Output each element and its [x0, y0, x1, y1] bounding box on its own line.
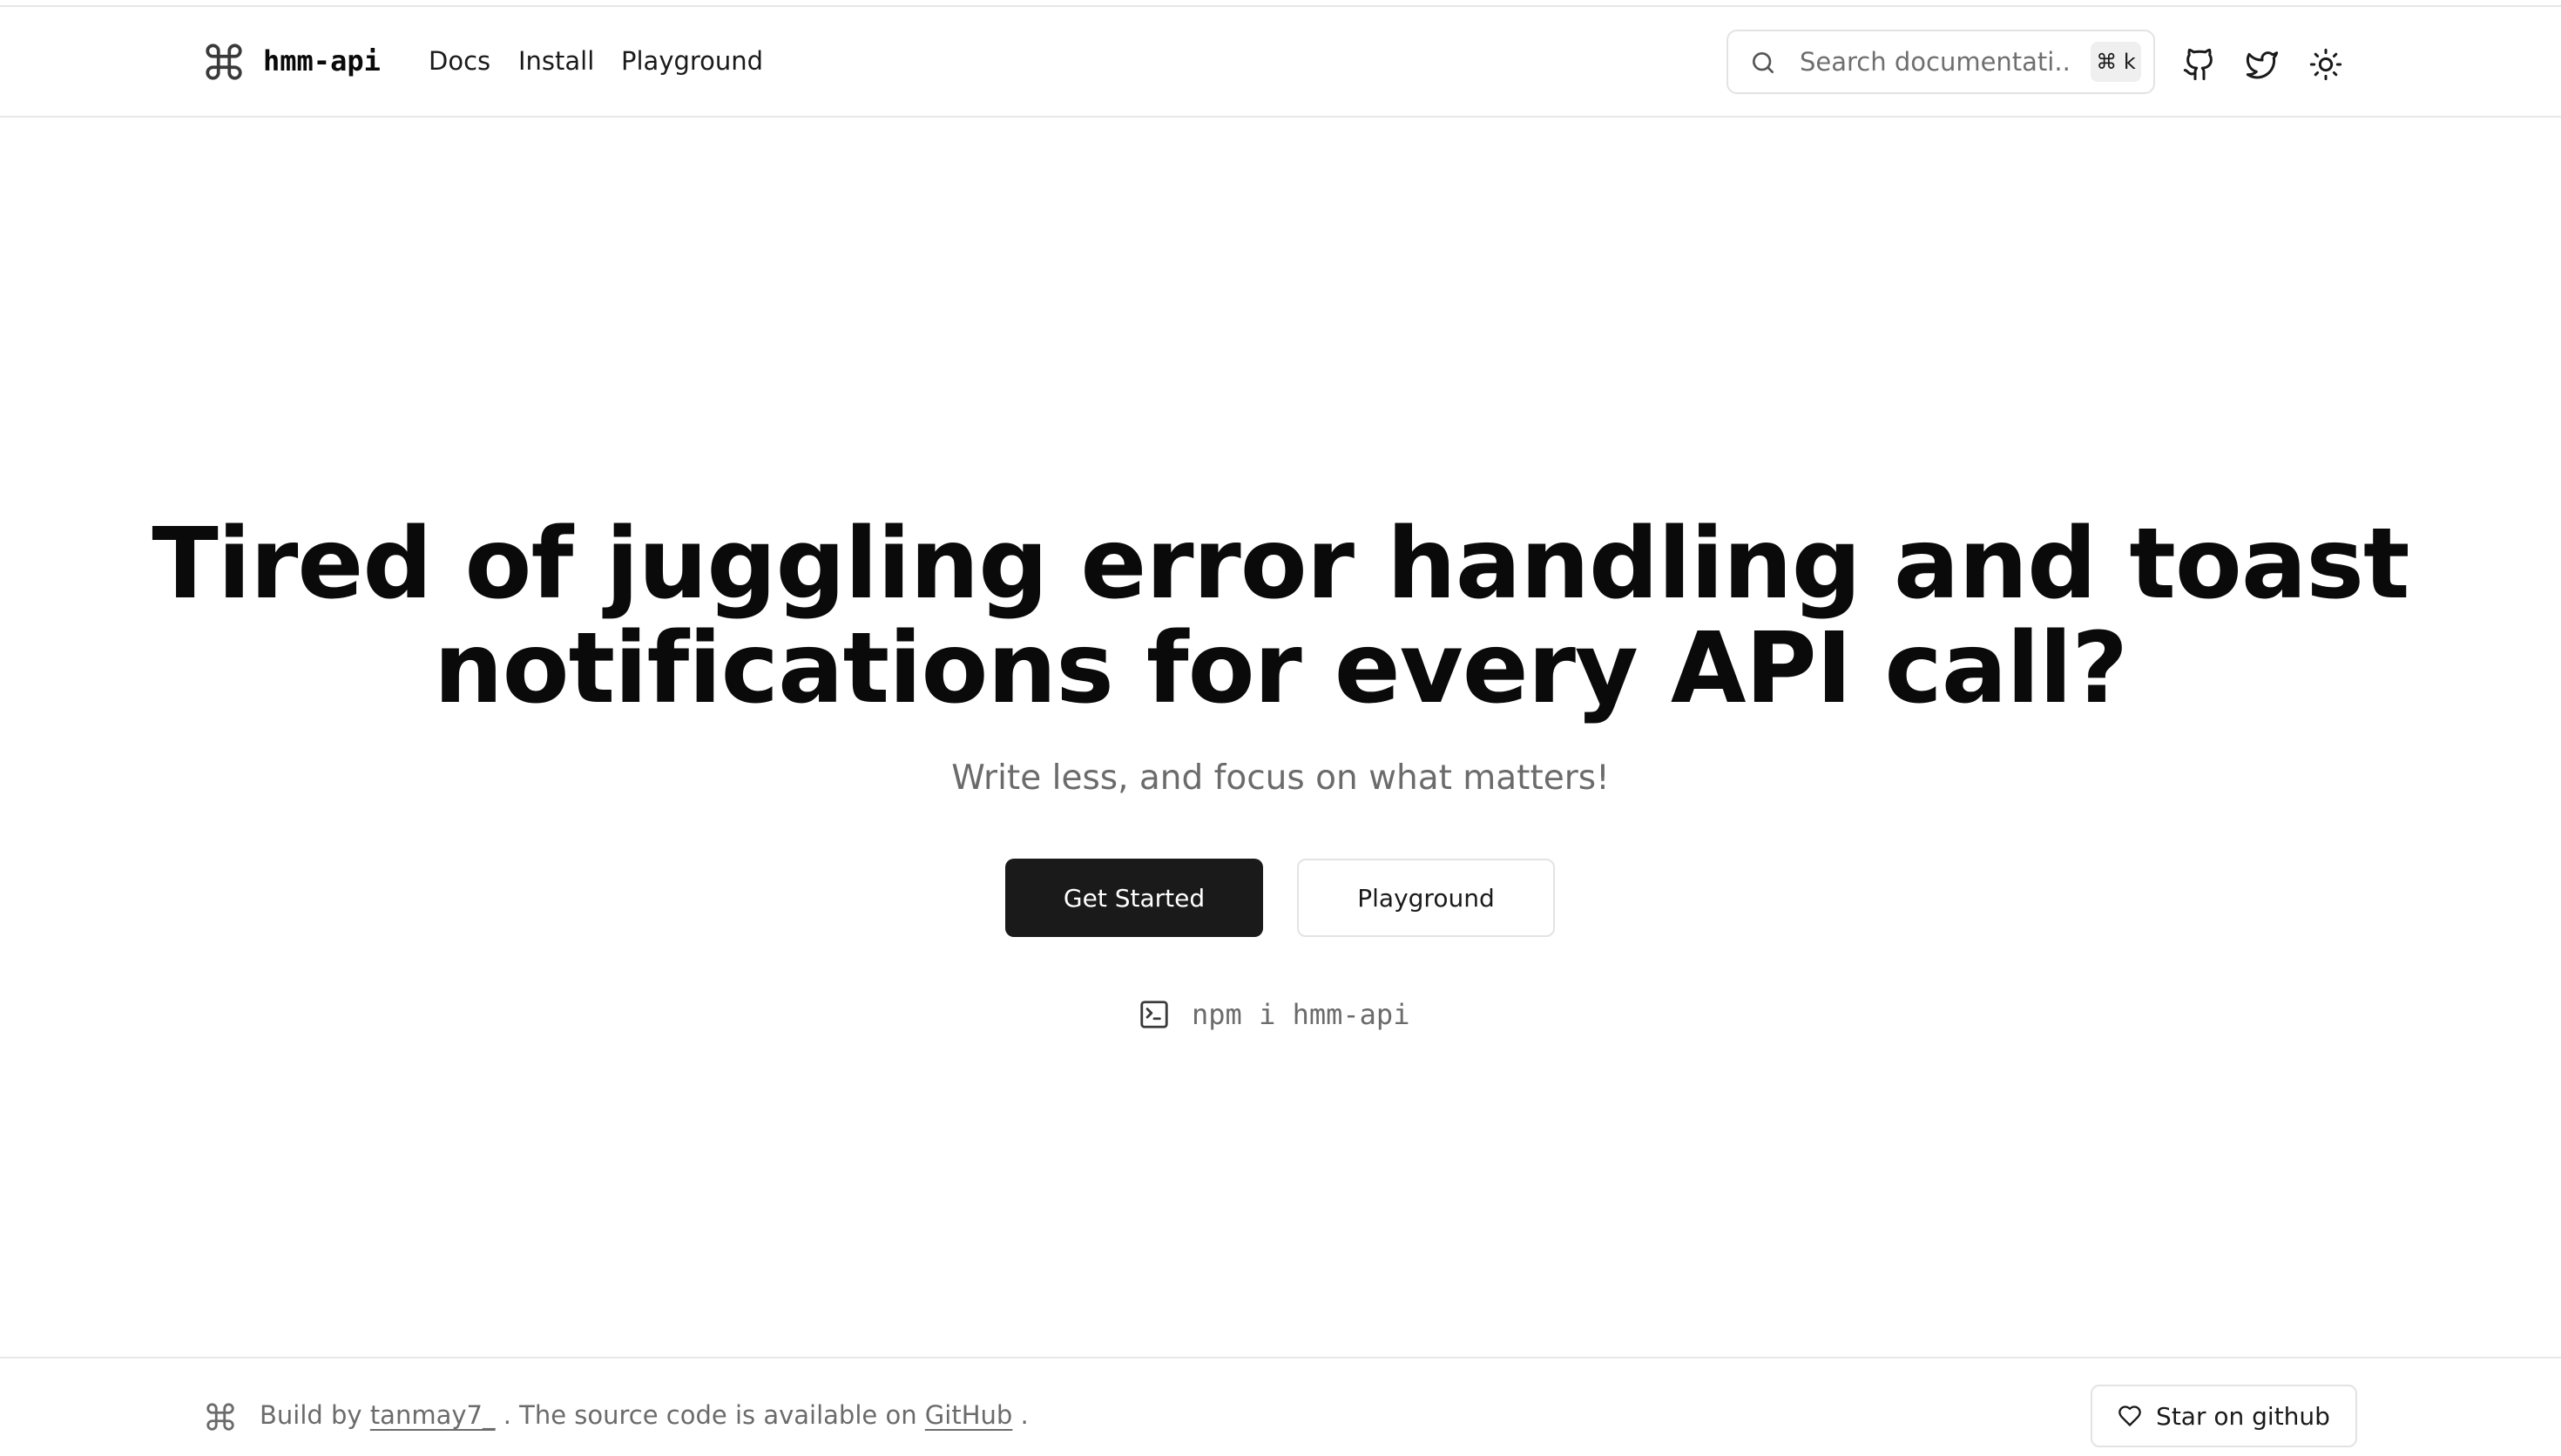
footer-prefix: Build by: [260, 1400, 362, 1430]
install-command[interactable]: npm i hmm-api: [1138, 993, 1409, 1036]
nav-playground[interactable]: Playground: [621, 42, 763, 80]
get-started-button[interactable]: Get Started: [1005, 859, 1263, 937]
terminal-icon: [1140, 1001, 1168, 1028]
sun-icon[interactable]: [2308, 47, 2343, 82]
command-icon: [206, 1403, 234, 1431]
site-footer: Build by tanmay7_ . The source code is a…: [0, 1357, 2561, 1456]
hero-title-line1: Tired of juggling error handling and toa…: [152, 508, 2409, 621]
command-icon[interactable]: [202, 40, 246, 84]
star-on-github-button[interactable]: Star on github: [2091, 1385, 2357, 1447]
site-header: hmm-api Docs Install Playground Search d…: [0, 7, 2561, 118]
nav-install[interactable]: Install: [518, 42, 594, 80]
search-placeholder: Search documentati...: [1800, 47, 2070, 77]
author-link[interactable]: tanmay7_: [370, 1400, 496, 1430]
github-repo-link[interactable]: GitHub: [925, 1400, 1013, 1430]
footer-credits: Build by tanmay7_ . The source code is a…: [260, 1397, 1029, 1433]
brand-name[interactable]: hmm-api: [263, 42, 381, 80]
hero-subtitle: Write less, and focus on what matters!: [951, 758, 1610, 798]
hero-title-line2: notifications for every API call?: [433, 612, 2128, 725]
search-input[interactable]: Search documentati... ⌘ k: [1726, 30, 2155, 94]
footer-suffix: .: [1020, 1400, 1029, 1430]
github-icon[interactable]: [2182, 47, 2217, 82]
heart-icon: [2118, 1405, 2141, 1426]
search-shortcut: ⌘ k: [2091, 42, 2141, 82]
nav-docs[interactable]: Docs: [429, 42, 490, 80]
star-button-label: Star on github: [2156, 1401, 2330, 1431]
playground-button[interactable]: Playground: [1297, 859, 1555, 937]
footer-middle: . The source code is available on: [503, 1400, 917, 1430]
hero-title: Tired of juggling error handling and toa…: [105, 512, 2456, 721]
top-border: [0, 0, 2561, 7]
search-icon: [1753, 52, 1774, 73]
twitter-icon[interactable]: [2245, 47, 2280, 82]
install-command-text: npm i hmm-api: [1192, 998, 1410, 1031]
